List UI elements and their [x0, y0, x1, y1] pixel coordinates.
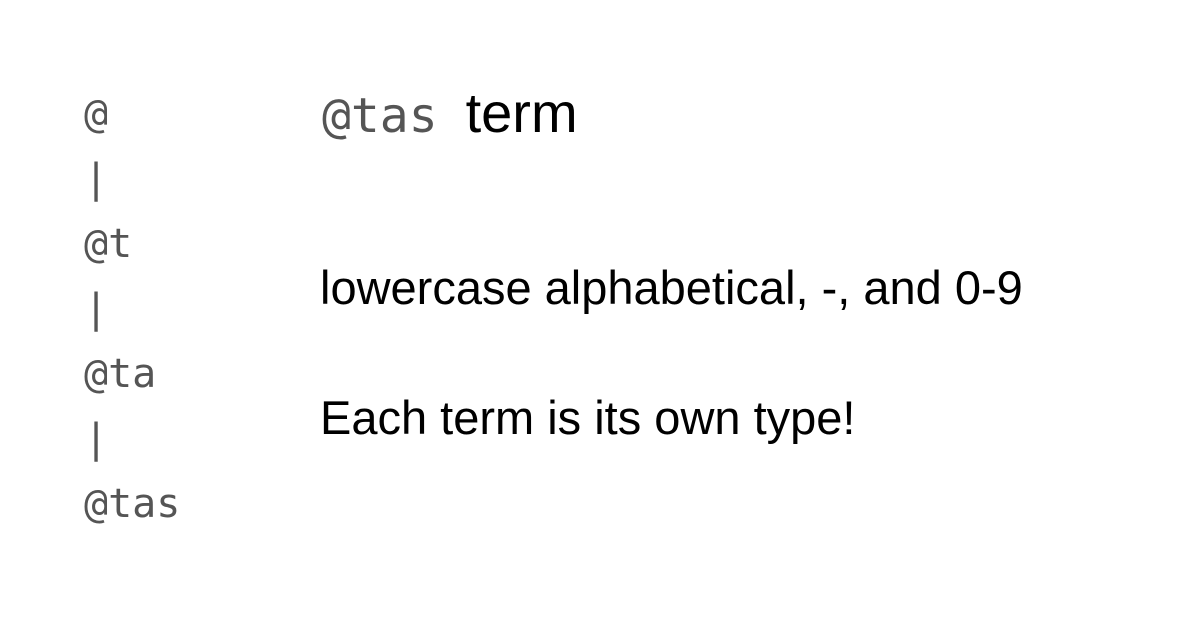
- atom-build-sequence: @ | @t | @ta | @tas: [84, 82, 180, 537]
- description-line: Each term is its own type!: [320, 391, 856, 444]
- sequence-step: @ta: [84, 351, 157, 397]
- sequence-separator: |: [84, 156, 109, 202]
- sequence-step: @: [84, 91, 109, 137]
- slide-heading: @tas term: [322, 80, 578, 145]
- heading-word: term: [465, 81, 578, 144]
- sequence-separator: |: [84, 416, 109, 462]
- sequence-separator: |: [84, 286, 109, 332]
- sequence-step: @t: [84, 221, 133, 267]
- sequence-step: @tas: [84, 481, 181, 527]
- description-line: lowercase alphabetical, -, and 0-9: [320, 261, 1023, 314]
- heading-code: @tas: [322, 88, 438, 144]
